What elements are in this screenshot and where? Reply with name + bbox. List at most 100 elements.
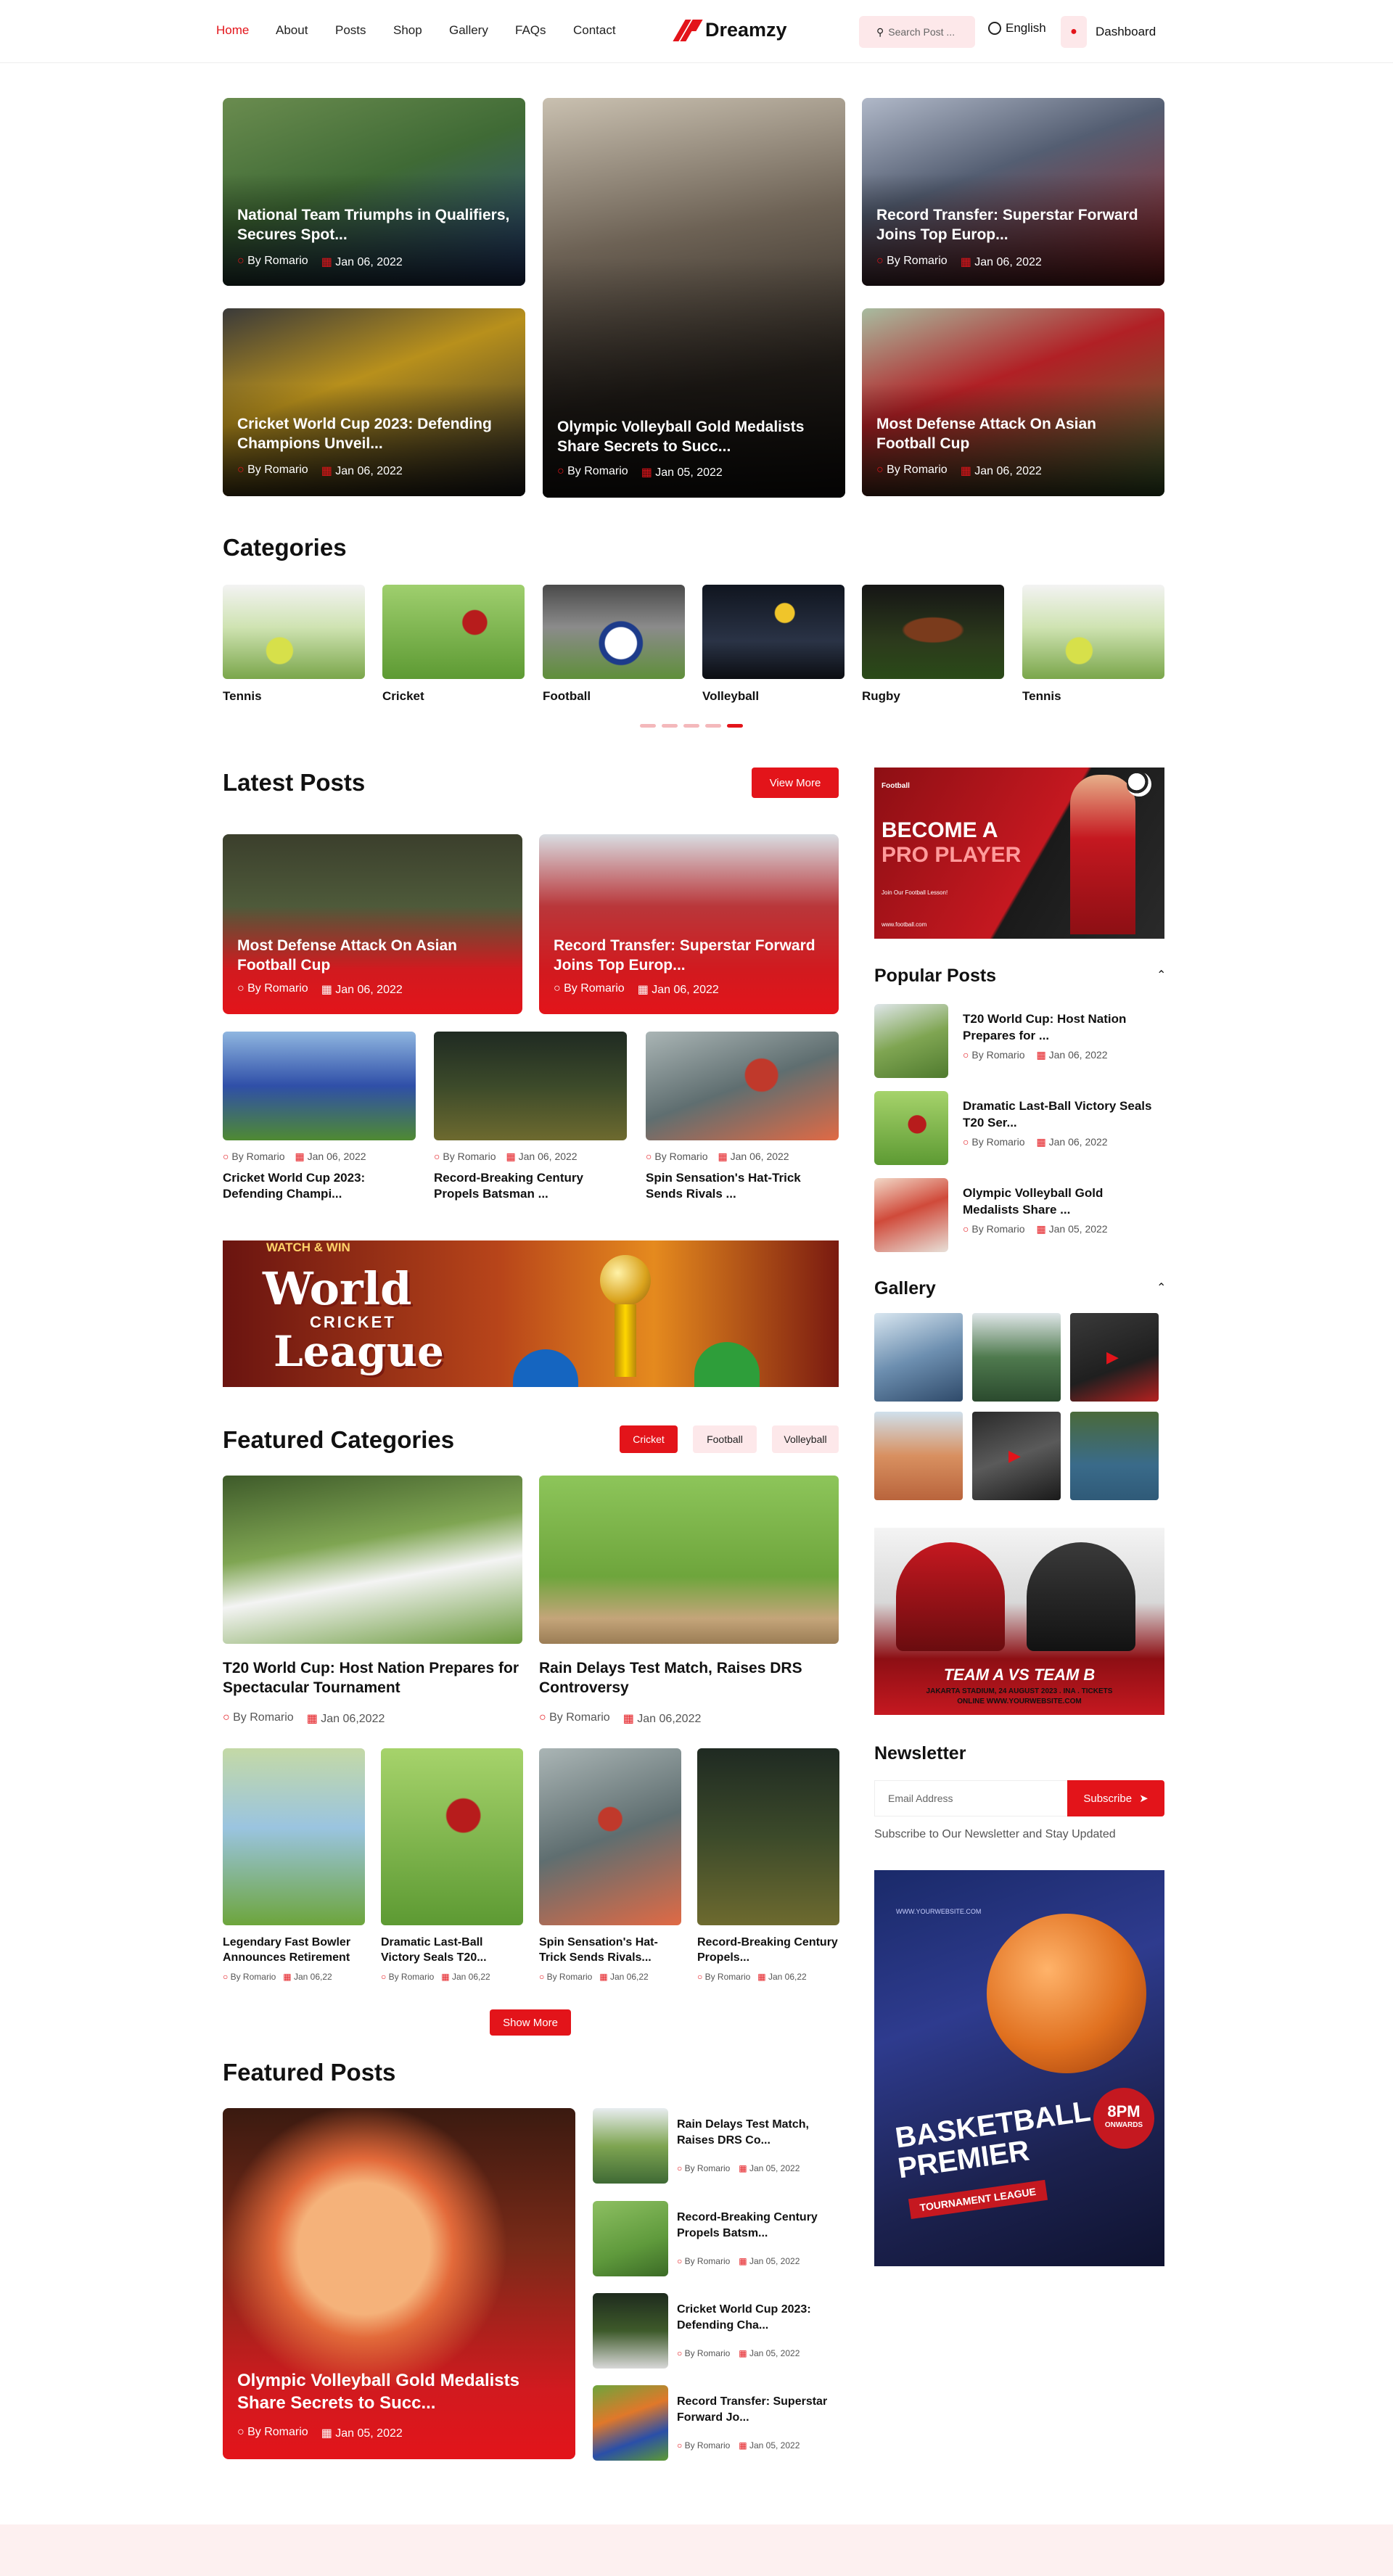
popular-post-item[interactable]: Olympic Volleyball Gold Medalists Share … xyxy=(874,1178,1164,1254)
dashboard-link[interactable]: ● Dashboard xyxy=(1061,16,1156,48)
post-image xyxy=(539,1476,839,1644)
nav-gallery[interactable]: Gallery xyxy=(449,23,488,38)
gallery-image[interactable] xyxy=(874,1412,963,1500)
latest-small-post[interactable]: ○ By Romario ▦ Jan 06, 2022 Spin Sensatio… xyxy=(646,1032,839,1202)
gallery-image[interactable] xyxy=(1070,1412,1159,1500)
chevron-up-icon[interactable]: ⌃ xyxy=(1156,968,1166,982)
calendar-icon: ▦ xyxy=(960,256,971,268)
post-title: Legendary Fast Bowler Announces Retireme… xyxy=(223,1936,351,1964)
featured-category-post[interactable]: T20 World Cup: Host Nation Prepares for … xyxy=(223,1476,522,1726)
hero-card[interactable]: Record Transfer: Superstar Forward Joins… xyxy=(862,98,1164,286)
subscribe-button[interactable]: Subscribe ➤ xyxy=(1067,1780,1164,1816)
featured-category-small-post[interactable]: Spin Sensation's Hat-Trick Sends Rivals.… xyxy=(539,1748,681,1982)
latest-big-title: Most Defense Attack On Asian Football Cu… xyxy=(237,937,458,974)
logo[interactable]: Dreamzy xyxy=(673,19,787,41)
latest-small-post[interactable]: ○ By Romario ▦ Jan 06, 2022 Cricket World… xyxy=(223,1032,416,1202)
post-meta: ○ By Romario ▦ Jan 06,2022 xyxy=(539,1711,702,1725)
latest-big-card[interactable]: Most Defense Attack On Asian Football Cu… xyxy=(223,834,522,1014)
post-title: Spin Sensation's Hat-Trick Sends Rivals … xyxy=(646,1171,801,1201)
category-item[interactable]: Tennis xyxy=(1022,585,1164,704)
popular-post-item[interactable]: Dramatic Last-Ball Victory Seals T20 Ser… xyxy=(874,1091,1164,1166)
author: By Romario xyxy=(684,2163,731,2173)
featured-category-small-post[interactable]: Record-Breaking Century Propels... ○ By … xyxy=(697,1748,839,1982)
email-input[interactable]: Email Address xyxy=(874,1780,1067,1816)
post-title: Dramatic Last-Ball Victory Seals T20 Ser… xyxy=(963,1099,1152,1129)
tab-football[interactable]: Football xyxy=(693,1425,757,1453)
featured-category-small-post[interactable]: Legendary Fast Bowler Announces Retireme… xyxy=(223,1748,365,1982)
featured-post-item[interactable]: Record Transfer: Superstar Forward Jo...… xyxy=(593,2385,839,2461)
tab-volleyball[interactable]: Volleyball xyxy=(772,1425,839,1453)
featured-category-small-post[interactable]: Dramatic Last-Ball Victory Seals T20... … xyxy=(381,1748,523,1982)
author: By Romario xyxy=(684,2256,731,2266)
language-selector[interactable]: English xyxy=(988,21,1046,36)
nav-about[interactable]: About xyxy=(276,23,308,38)
category-label: Tennis xyxy=(223,689,262,703)
pagination-dot[interactable] xyxy=(662,724,678,728)
nav-posts[interactable]: Posts xyxy=(335,23,366,38)
ad-match-line2: ONLINE WWW.YOURWEBSITE.COM xyxy=(957,1698,1082,1705)
gallery-image-video[interactable]: ▶ xyxy=(972,1412,1061,1500)
ad-url: www.football.com xyxy=(882,921,927,928)
pagination-dot[interactable] xyxy=(683,724,699,728)
featured-post-item[interactable]: Record-Breaking Century Propels Batsm...… xyxy=(593,2201,839,2276)
category-item[interactable]: Football xyxy=(543,585,685,704)
view-more-button[interactable]: View More xyxy=(752,768,839,798)
featured-category-post[interactable]: Rain Delays Test Match, Raises DRS Contr… xyxy=(539,1476,839,1726)
post-title: Dramatic Last-Ball Victory Seals T20... xyxy=(381,1936,487,1964)
latest-small-post[interactable]: ○ By Romario ▦ Jan 06, 2022 Record-Breaki… xyxy=(434,1032,627,1202)
category-item[interactable]: Cricket xyxy=(382,585,525,704)
date: Jan 06, 2022 xyxy=(518,1151,578,1162)
date: Jan 06, 2022 xyxy=(730,1151,789,1162)
category-label: Football xyxy=(543,689,591,703)
nav-contact[interactable]: Contact xyxy=(573,23,616,38)
author: By Romario xyxy=(231,1151,285,1162)
nav-faqs[interactable]: FAQs xyxy=(515,23,546,38)
ad-match-title: TEAM A VS TEAM B xyxy=(943,1666,1096,1684)
hero-card[interactable]: Most Defense Attack On Asian Football Cu… xyxy=(862,308,1164,496)
featured-post-item[interactable]: Rain Delays Test Match, Raises DRS Co...… xyxy=(593,2108,839,2184)
post-thumb xyxy=(593,2201,668,2276)
pagination-dot[interactable] xyxy=(640,724,656,728)
hero-card[interactable]: National Team Triumphs in Qualifiers, Se… xyxy=(223,98,525,286)
hero-card-featured[interactable]: Olympic Volleyball Gold Medalists Share … xyxy=(543,98,845,498)
popular-post-item[interactable]: T20 World Cup: Host Nation Prepares for … xyxy=(874,1004,1164,1079)
category-item[interactable]: Volleyball xyxy=(702,585,845,704)
date: Jan 06, 2022 xyxy=(1048,1049,1108,1061)
date: Jan 05, 2022 xyxy=(749,2256,800,2266)
ad-basketball[interactable]: WWW.YOURWEBSITE.COM 8PM ONWARDS BASKETBAL… xyxy=(874,1870,1164,2266)
latest-big-card[interactable]: Record Transfer: Superstar Forward Joins… xyxy=(539,834,839,1014)
nav-home[interactable]: Home xyxy=(216,23,249,38)
post-title: Cricket World Cup 2023: Defending Champi… xyxy=(223,1171,366,1201)
hero-card[interactable]: Cricket World Cup 2023: Defending Champi… xyxy=(223,308,525,496)
gallery-image[interactable] xyxy=(874,1313,963,1402)
category-image xyxy=(382,585,525,679)
gallery-image-video[interactable]: ▶ xyxy=(1070,1313,1159,1402)
cricket-league-banner[interactable]: WATCH & WIN World CRICKET League xyxy=(223,1240,839,1387)
hero-title: Cricket World Cup 2023: Defending Champi… xyxy=(237,416,492,453)
player-figure xyxy=(1070,775,1135,934)
featured-post-main[interactable]: Olympic Volleyball Gold Medalists Share … xyxy=(223,2108,575,2459)
nav-shop[interactable]: Shop xyxy=(393,23,422,38)
category-label: Volleyball xyxy=(702,689,760,703)
show-more-button[interactable]: Show More xyxy=(490,2009,571,2036)
chevron-up-icon[interactable]: ⌃ xyxy=(1156,1280,1166,1295)
pagination-dot[interactable] xyxy=(705,724,721,728)
banner-line1: World xyxy=(263,1262,412,1315)
post-image xyxy=(223,1032,416,1140)
search-input[interactable]: ⚲ Search Post ... xyxy=(859,16,975,48)
tab-cricket[interactable]: Cricket xyxy=(620,1425,678,1453)
category-image xyxy=(862,585,1004,679)
category-image xyxy=(543,585,685,679)
latest-posts-title: Latest Posts xyxy=(223,769,366,796)
category-item[interactable]: Tennis xyxy=(223,585,365,704)
post-title: T20 World Cup: Host Nation Prepares for … xyxy=(223,1660,519,1697)
ad-match[interactable]: TEAM A VS TEAM B JAKARTA STADIUM, 24 AUG… xyxy=(874,1528,1164,1715)
ad-become-pro[interactable]: Football BECOME A PRO PLAYER Join Our Fo… xyxy=(874,768,1164,939)
featured-post-item[interactable]: Cricket World Cup 2023: Defending Cha...… xyxy=(593,2293,839,2369)
date: Jan 06, 2022 xyxy=(335,465,403,477)
pagination-dot-active[interactable] xyxy=(727,724,743,728)
category-item[interactable]: Rugby xyxy=(862,585,1004,704)
search-icon: ⚲ xyxy=(876,25,884,38)
author: By Romario xyxy=(549,1711,610,1724)
gallery-image[interactable] xyxy=(972,1313,1061,1402)
